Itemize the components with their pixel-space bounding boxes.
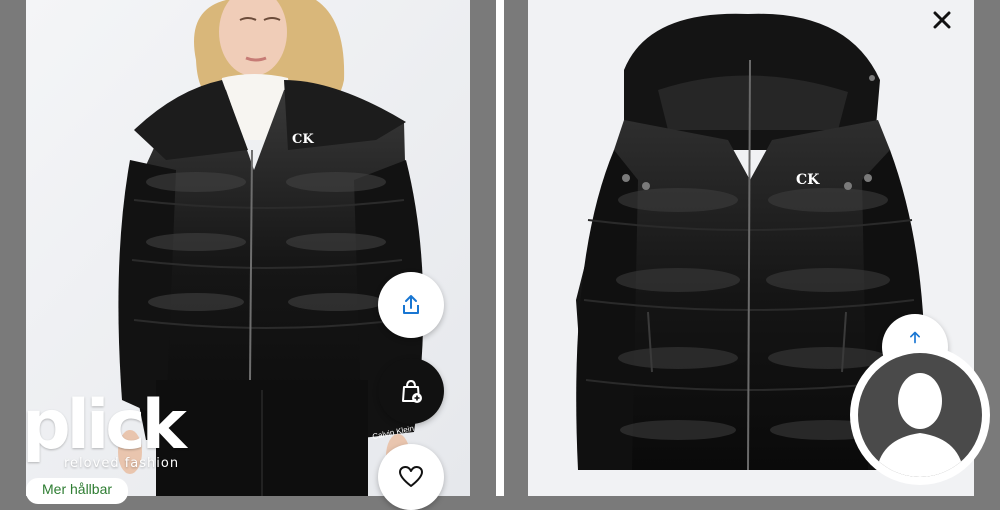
bag-plus-icon (402, 379, 422, 403)
close-button[interactable] (928, 6, 956, 34)
close-icon (933, 11, 951, 29)
heart-icon (399, 466, 423, 487)
share-icon (403, 295, 419, 314)
panel-divider (496, 0, 504, 496)
brand-logo-left: CK (292, 132, 314, 147)
plick-logo: plick reloved fashion (22, 392, 192, 482)
logo-wordmark: plick (22, 386, 187, 465)
logo-tagline: reloved fashion (64, 456, 180, 471)
favorite-button[interactable] (378, 444, 444, 510)
sustainability-badge[interactable]: Mer hållbar (26, 478, 129, 504)
share-button[interactable] (378, 272, 444, 338)
user-silhouette-icon (876, 373, 964, 477)
brand-logo-right: CK (796, 172, 820, 188)
add-to-bag-button[interactable] (378, 358, 444, 424)
user-avatar[interactable] (850, 345, 990, 485)
